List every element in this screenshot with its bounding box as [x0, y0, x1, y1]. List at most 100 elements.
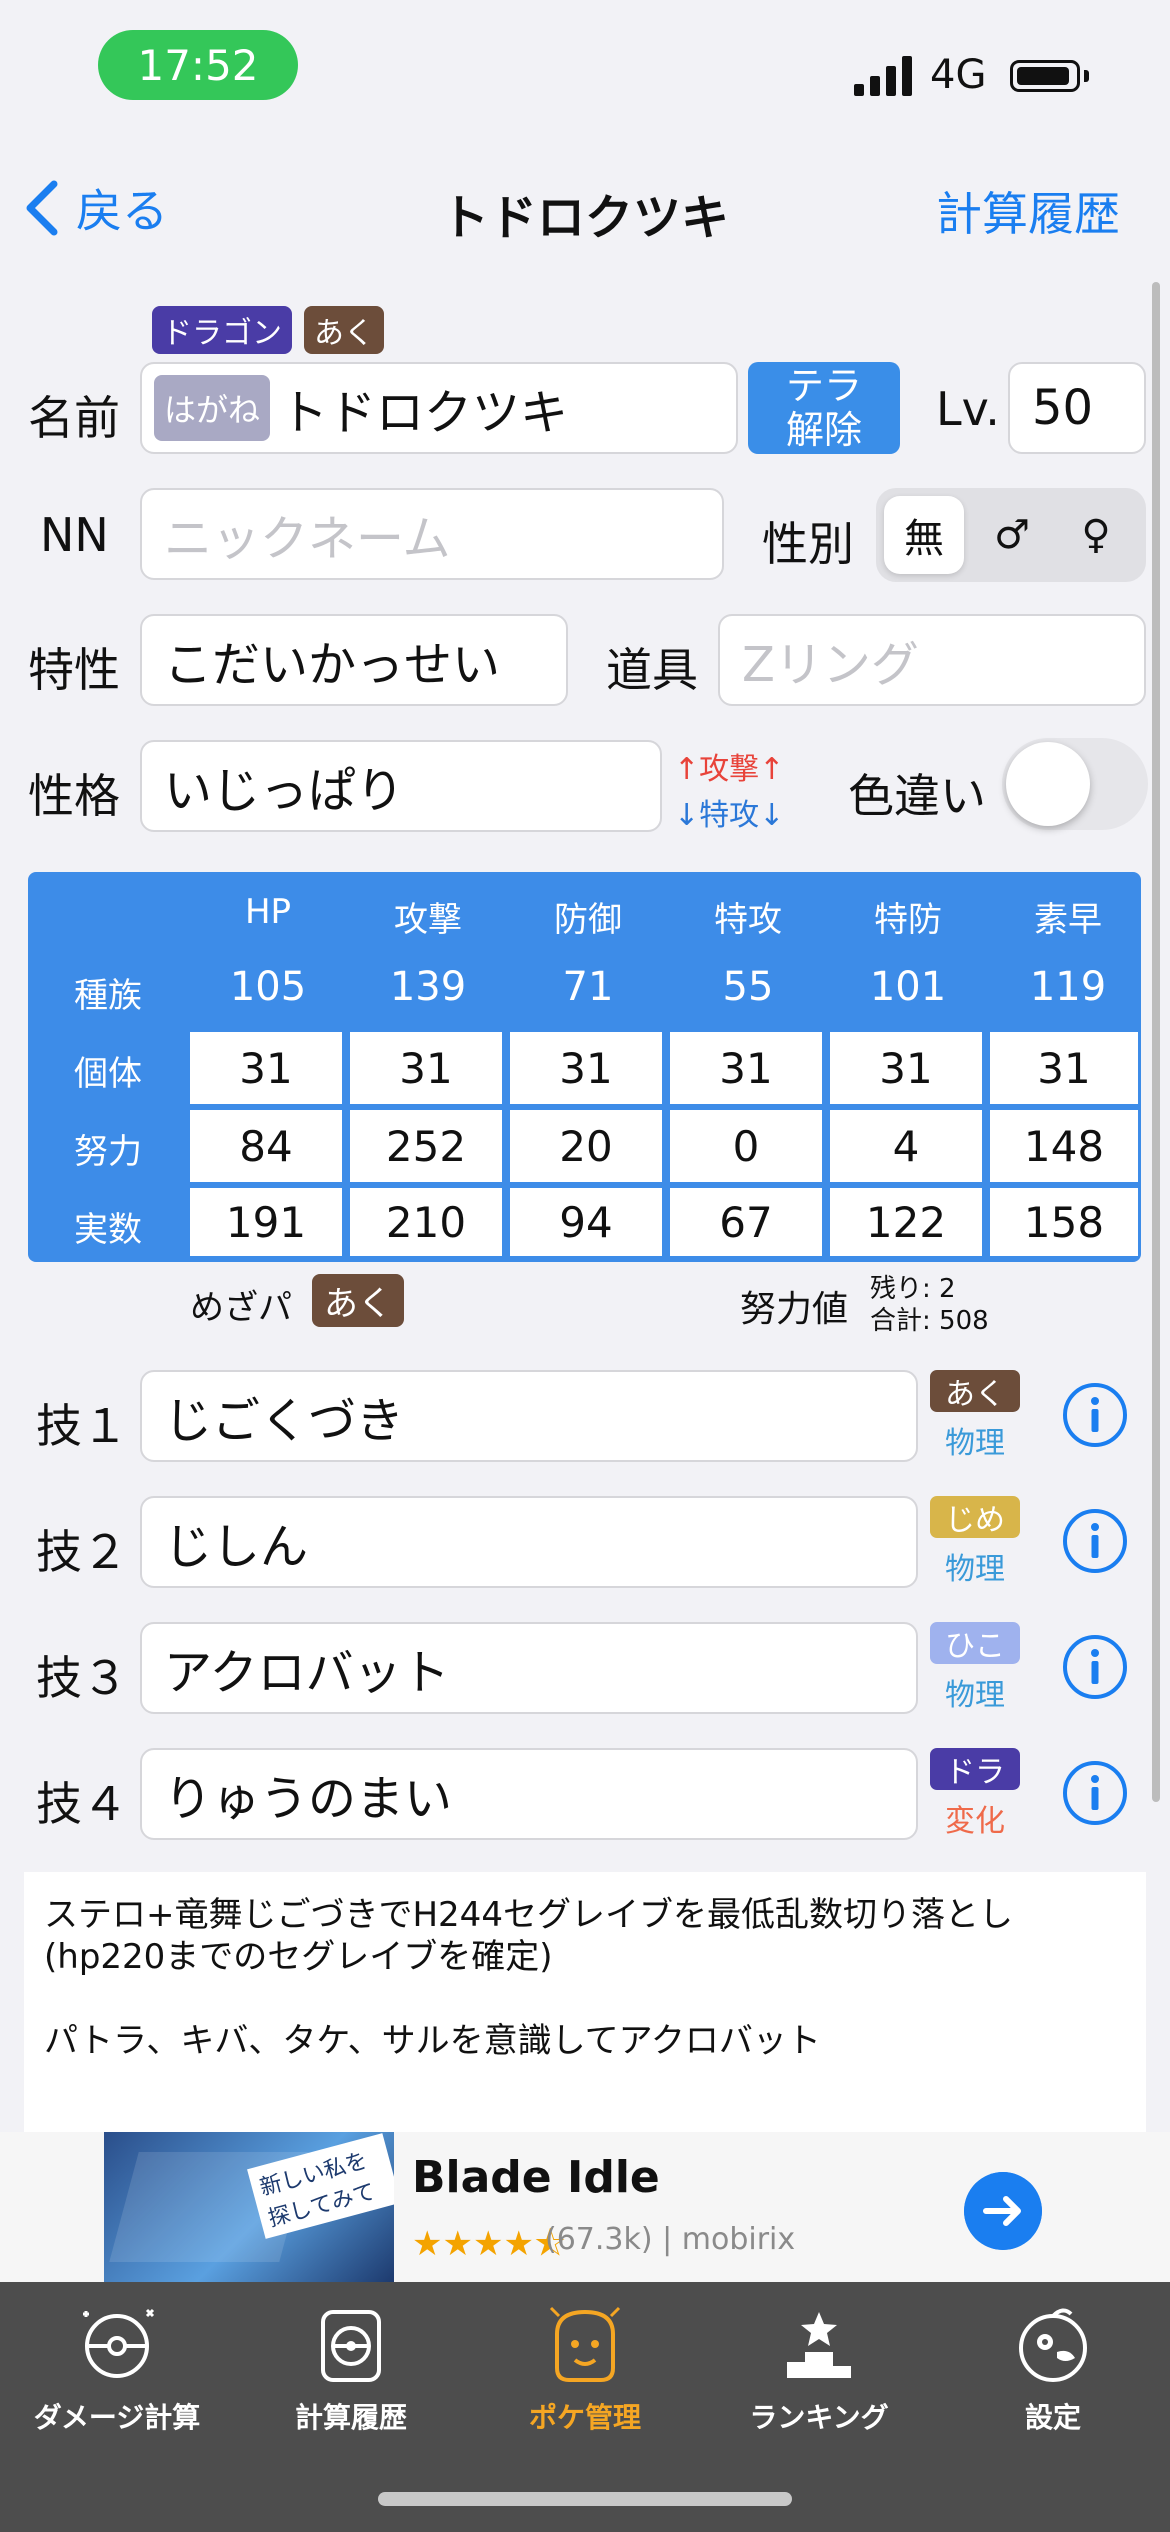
- move4-info-icon[interactable]: [1062, 1760, 1128, 1826]
- row-label-actual: 実数: [74, 1210, 142, 1250]
- tab-poke-manage[interactable]: ポケ管理: [468, 2298, 702, 2436]
- tera-button-line1: テラ: [785, 364, 862, 408]
- actual-atk[interactable]: 210: [350, 1188, 502, 1256]
- gender-female-option[interactable]: ♀: [1056, 496, 1136, 574]
- iv-atk[interactable]: 31: [350, 1032, 502, 1104]
- gender-none-option[interactable]: 無: [884, 496, 964, 574]
- item-label: 道具: [606, 643, 698, 697]
- ability-field[interactable]: こだいかっせい: [140, 614, 568, 706]
- tab-settings[interactable]: 設定: [936, 2298, 1170, 2436]
- move2-field[interactable]: じしん: [140, 1496, 918, 1588]
- name-value: トドロクツキ: [280, 385, 569, 441]
- move4-field[interactable]: りゅうのまい: [140, 1748, 918, 1840]
- arrow-right-icon[interactable]: [964, 2172, 1042, 2250]
- network-type: 4G: [930, 52, 987, 98]
- name-field[interactable]: はがね トドロクツキ: [140, 362, 738, 454]
- stat-header-spd: 特防: [874, 900, 942, 940]
- actual-spd[interactable]: 122: [830, 1188, 982, 1256]
- stat-header-hp: HP: [244, 892, 292, 932]
- nature-down: ↓特攻↓: [674, 798, 785, 833]
- nickname-field[interactable]: ニックネーム: [140, 488, 724, 580]
- back-label: 戻る: [76, 184, 168, 238]
- iv-spe[interactable]: 31: [990, 1032, 1138, 1104]
- ev-hp[interactable]: 84: [190, 1110, 342, 1182]
- ad-developer: mobirix: [681, 2222, 796, 2257]
- ad-image-text: 新しい私を探してみて: [247, 2133, 394, 2239]
- move3-info-icon[interactable]: [1062, 1634, 1128, 1700]
- move3-field[interactable]: アクロバット: [140, 1622, 918, 1714]
- pokemon-box-icon: [549, 2306, 621, 2382]
- tab-settings-label: 設定: [1024, 2401, 1081, 2434]
- base-def: 71: [562, 964, 614, 1010]
- ev-spa[interactable]: 0: [670, 1110, 822, 1182]
- level-label: Lv.: [936, 382, 1000, 436]
- signal-icon: [854, 56, 912, 96]
- item-field[interactable]: Zリング: [718, 614, 1146, 706]
- ev-summary-label: 努力値: [740, 1289, 849, 1330]
- move2-type-badge: じめ: [930, 1496, 1020, 1538]
- tab-damage-calc[interactable]: ダメージ計算: [0, 2298, 234, 2436]
- actual-def[interactable]: 94: [510, 1188, 662, 1256]
- ev-spd[interactable]: 4: [830, 1110, 982, 1182]
- ad-rating-stars: ★★★★⯪: [412, 2224, 567, 2264]
- move1-category: 物理: [945, 1426, 1005, 1461]
- shiny-toggle[interactable]: [1002, 738, 1148, 830]
- base-atk: 139: [389, 964, 467, 1010]
- iv-def[interactable]: 31: [510, 1032, 662, 1104]
- gender-selector: 無 ♂ ♀: [876, 488, 1146, 582]
- actual-hp[interactable]: 191: [190, 1188, 342, 1256]
- tera-release-button[interactable]: テラ 解除: [748, 362, 900, 454]
- ability-label: 特性: [28, 643, 120, 697]
- type-badge-dragon: ドラゴン: [152, 306, 292, 354]
- ad-title[interactable]: Blade Idle: [412, 2152, 660, 2203]
- back-button[interactable]: 戻る: [24, 175, 168, 241]
- iv-hp[interactable]: 31: [190, 1032, 342, 1104]
- base-spd: 101: [869, 964, 947, 1010]
- ranking-podium-icon: [787, 2312, 851, 2378]
- actual-spe[interactable]: 158: [990, 1188, 1138, 1256]
- level-field[interactable]: 50: [1008, 362, 1146, 454]
- move2-category: 物理: [945, 1552, 1005, 1587]
- ev-def[interactable]: 20: [510, 1110, 662, 1182]
- chevron-left-icon: [26, 180, 58, 236]
- iv-spd[interactable]: 31: [830, 1032, 982, 1104]
- ev-atk[interactable]: 252: [350, 1110, 502, 1182]
- stat-header-atk: 攻撃: [394, 900, 462, 940]
- row-label-iv: 個体: [74, 1054, 142, 1094]
- iv-spa[interactable]: 31: [670, 1032, 822, 1104]
- gender-male-option[interactable]: ♂: [972, 496, 1052, 574]
- nn-label: NN: [40, 508, 109, 562]
- nature-label: 性格: [28, 769, 120, 823]
- tab-ranking[interactable]: ランキング: [702, 2298, 936, 2436]
- tab-history[interactable]: 計算履歴: [234, 2298, 468, 2436]
- history-button[interactable]: 計算履歴: [936, 178, 1120, 244]
- move2-label: 技２: [36, 1525, 128, 1579]
- stat-header-def: 防御: [554, 900, 622, 940]
- ev-spe[interactable]: 148: [990, 1110, 1138, 1182]
- tab-history-label: 計算履歴: [294, 2401, 407, 2434]
- memo-line1: ステロ+竜舞じごづきでH244セグレイブを最低乱数切り落とし(hp220までのセ…: [44, 1895, 1013, 1977]
- move2-info-icon[interactable]: [1062, 1508, 1128, 1574]
- tera-type-badge[interactable]: はがね: [154, 375, 271, 441]
- actual-spa[interactable]: 67: [670, 1188, 822, 1256]
- move4-type-badge: ドラ: [930, 1748, 1020, 1790]
- move1-info-icon[interactable]: [1062, 1382, 1128, 1448]
- gender-label: 性別: [762, 517, 854, 571]
- tab-damage-calc-label: ダメージ計算: [33, 2401, 201, 2434]
- home-indicator: [378, 2492, 792, 2506]
- stat-header-spa: 特攻: [714, 900, 782, 940]
- scroll-indicator: [1152, 282, 1160, 1802]
- hidden-power-type[interactable]: あく: [312, 1274, 404, 1327]
- type-badge-dark: あく: [304, 306, 384, 354]
- memo-textarea[interactable]: ステロ+竜舞じごづきでH244セグレイブを最低乱数切り落とし(hp220までのセ…: [24, 1872, 1146, 2140]
- move4-category: 変化: [945, 1804, 1005, 1839]
- history-ball-icon: [321, 2310, 381, 2382]
- ad-rating-count-text: (67.3k): [545, 2222, 653, 2257]
- nature-field[interactable]: いじっぱり: [140, 740, 662, 832]
- stat-header-spe: 素早: [1034, 900, 1102, 940]
- move1-field[interactable]: じごくづき: [140, 1370, 918, 1462]
- name-label: 名前: [28, 391, 120, 445]
- row-label-base: 種族: [74, 976, 142, 1016]
- ad-image[interactable]: 新しい私を探してみて: [104, 2132, 394, 2282]
- tab-ranking-label: ランキング: [749, 2401, 889, 2434]
